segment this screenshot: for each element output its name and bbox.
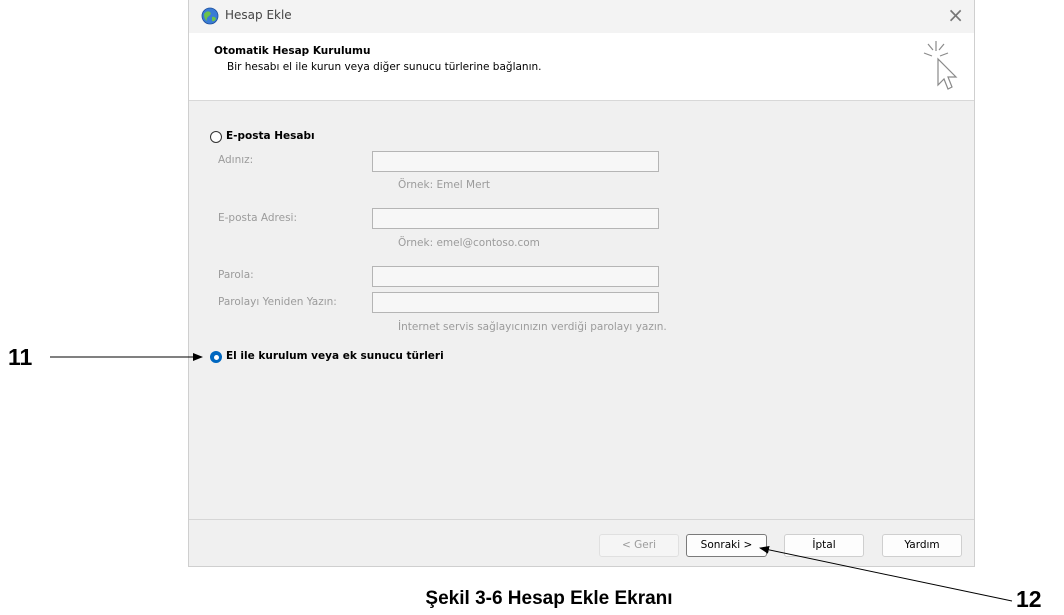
next-button[interactable]: Sonraki >	[686, 534, 767, 557]
email-account-radio[interactable]	[210, 131, 222, 143]
password-repeat-label: Parolayı Yeniden Yazın:	[218, 296, 337, 308]
title-bar: Hesap Ekle ×	[189, 0, 974, 33]
email-address-input[interactable]	[372, 208, 659, 229]
password-repeat-input[interactable]	[372, 292, 659, 313]
footer-divider	[189, 519, 974, 520]
click-cursor-icon	[923, 41, 958, 90]
figure-caption: Şekil 3-6 Hesap Ekle Ekranı	[425, 588, 673, 609]
password-input[interactable]	[372, 266, 659, 287]
annotation-11: 11	[8, 344, 33, 370]
password-label: Parola:	[218, 269, 254, 281]
dialog-header: Otomatik Hesap Kurulumu Bir hesabı el il…	[189, 33, 974, 101]
header-subtitle: Bir hesabı el ile kurun veya diğer sunuc…	[227, 61, 542, 73]
name-hint: Örnek: Emel Mert	[398, 179, 490, 191]
name-input[interactable]	[372, 151, 659, 172]
cancel-button[interactable]: İptal	[784, 534, 864, 557]
email-address-label: E-posta Adresi:	[218, 212, 298, 224]
window-title: Hesap Ekle	[225, 8, 292, 22]
email-address-hint: Örnek: emel@contoso.com	[398, 237, 540, 249]
manual-setup-radio[interactable]	[210, 351, 222, 363]
back-button[interactable]: < Geri	[599, 534, 679, 557]
name-label: Adınız:	[218, 154, 254, 166]
add-account-dialog: Hesap Ekle × Otomatik Hesap Kurulumu Bir…	[188, 0, 975, 567]
close-button[interactable]: ×	[947, 3, 964, 27]
manual-setup-label[interactable]: El ile kurulum veya ek sunucu türleri	[226, 350, 444, 362]
email-account-label[interactable]: E-posta Hesabı	[226, 130, 315, 142]
outlook-globe-icon	[201, 7, 219, 25]
header-title: Otomatik Hesap Kurulumu	[214, 45, 371, 57]
help-button[interactable]: Yardım	[882, 534, 962, 557]
password-hint: İnternet servis sağlayıcınızın verdiği p…	[398, 321, 667, 333]
